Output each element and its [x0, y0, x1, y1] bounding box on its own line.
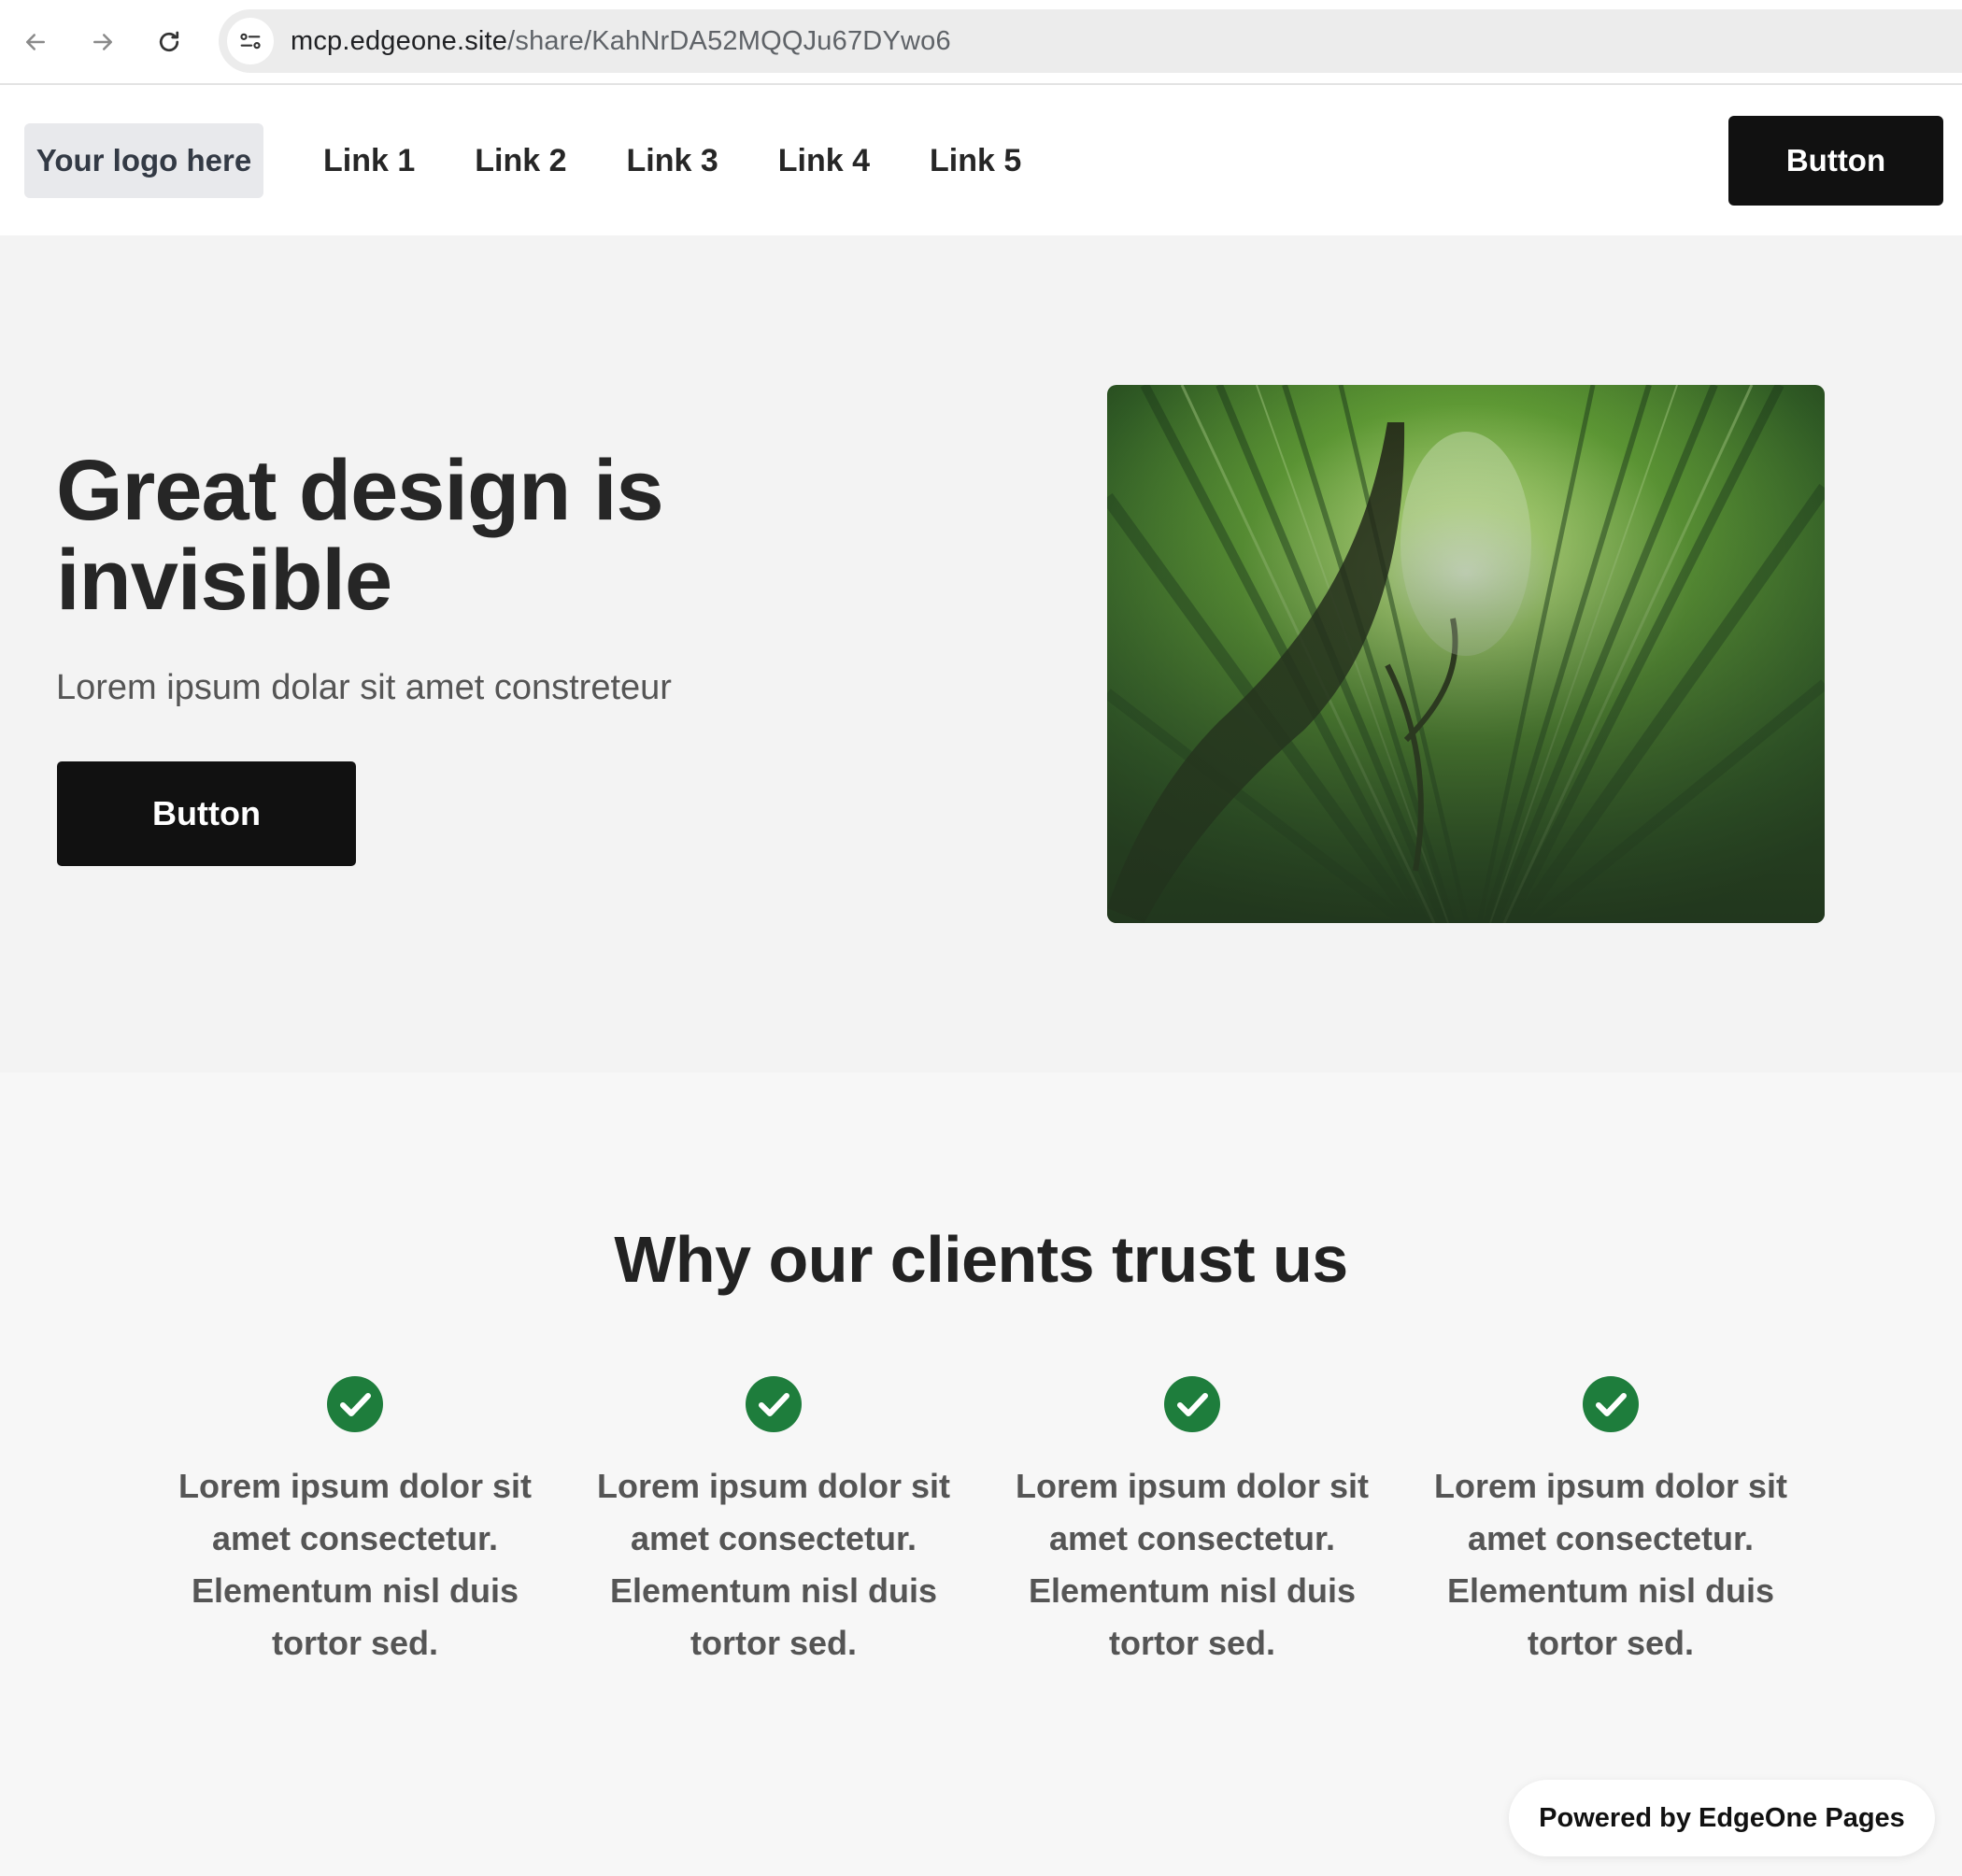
url-text: mcp.edgeone.site/share/KahNrDA52MQQJu67D… — [291, 26, 951, 57]
feature-text: Lorem ipsum dolor sit amet consectetur. … — [1015, 1467, 1370, 1662]
feature-item: Lorem ipsum dolor sit amet consectetur. … — [587, 1376, 960, 1670]
hero-title: Great design is invisible — [56, 443, 664, 628]
browser-toolbar: mcp.edgeone.site/share/KahNrDA52MQQJu67D… — [0, 0, 1962, 85]
feature-item: Lorem ipsum dolor sit amet consectetur. … — [1424, 1376, 1798, 1670]
site-settings-icon[interactable] — [227, 18, 274, 64]
check-circle-icon — [746, 1376, 802, 1432]
trust-section: Why our clients trust us Lorem ipsum dol… — [0, 1073, 1962, 1876]
logo[interactable]: Your logo here — [24, 123, 263, 198]
feature-text: Lorem ipsum dolor sit amet consectetur. … — [596, 1467, 951, 1662]
powered-by-badge[interactable]: Powered by EdgeOne Pages — [1509, 1780, 1935, 1856]
nav-link-3[interactable]: Link 3 — [627, 143, 718, 179]
nav-link-2[interactable]: Link 2 — [475, 143, 566, 179]
feature-item: Lorem ipsum dolor sit amet consectetur. … — [1005, 1376, 1379, 1670]
back-arrow-icon[interactable] — [14, 21, 57, 64]
hero-section: Great design is invisible Lorem ipsum do… — [0, 235, 1962, 1073]
reload-icon[interactable] — [148, 21, 191, 64]
header-button[interactable]: Button — [1728, 116, 1943, 206]
forward-arrow-icon[interactable] — [81, 21, 124, 64]
nav-link-4[interactable]: Link 4 — [778, 143, 870, 179]
url-host: mcp.edgeone.site — [291, 25, 508, 56]
main-nav: Link 1 Link 2 Link 3 Link 4 Link 5 — [323, 123, 1081, 198]
url-path: /share/KahNrDA52MQQJu67DYwo6 — [507, 25, 951, 56]
check-circle-icon — [1164, 1376, 1220, 1432]
hero-subtitle: Lorem ipsum dolar sit amet constreteur — [56, 668, 672, 707]
site-header: Your logo here Link 1 Link 2 Link 3 Link… — [0, 85, 1962, 235]
feature-text: Lorem ipsum dolor sit amet consectetur. … — [1433, 1467, 1788, 1662]
trust-title: Why our clients trust us — [614, 1223, 1348, 1296]
address-bar[interactable]: mcp.edgeone.site/share/KahNrDA52MQQJu67D… — [219, 9, 1962, 73]
check-circle-icon — [327, 1376, 383, 1432]
check-circle-icon — [1583, 1376, 1639, 1432]
feature-item: Lorem ipsum dolor sit amet consectetur. … — [168, 1376, 542, 1670]
hero-button[interactable]: Button — [57, 761, 356, 866]
bamboo-forest-image — [1107, 385, 1825, 923]
feature-text: Lorem ipsum dolor sit amet consectetur. … — [178, 1467, 533, 1662]
nav-link-1[interactable]: Link 1 — [323, 143, 415, 179]
nav-link-5[interactable]: Link 5 — [930, 143, 1021, 179]
